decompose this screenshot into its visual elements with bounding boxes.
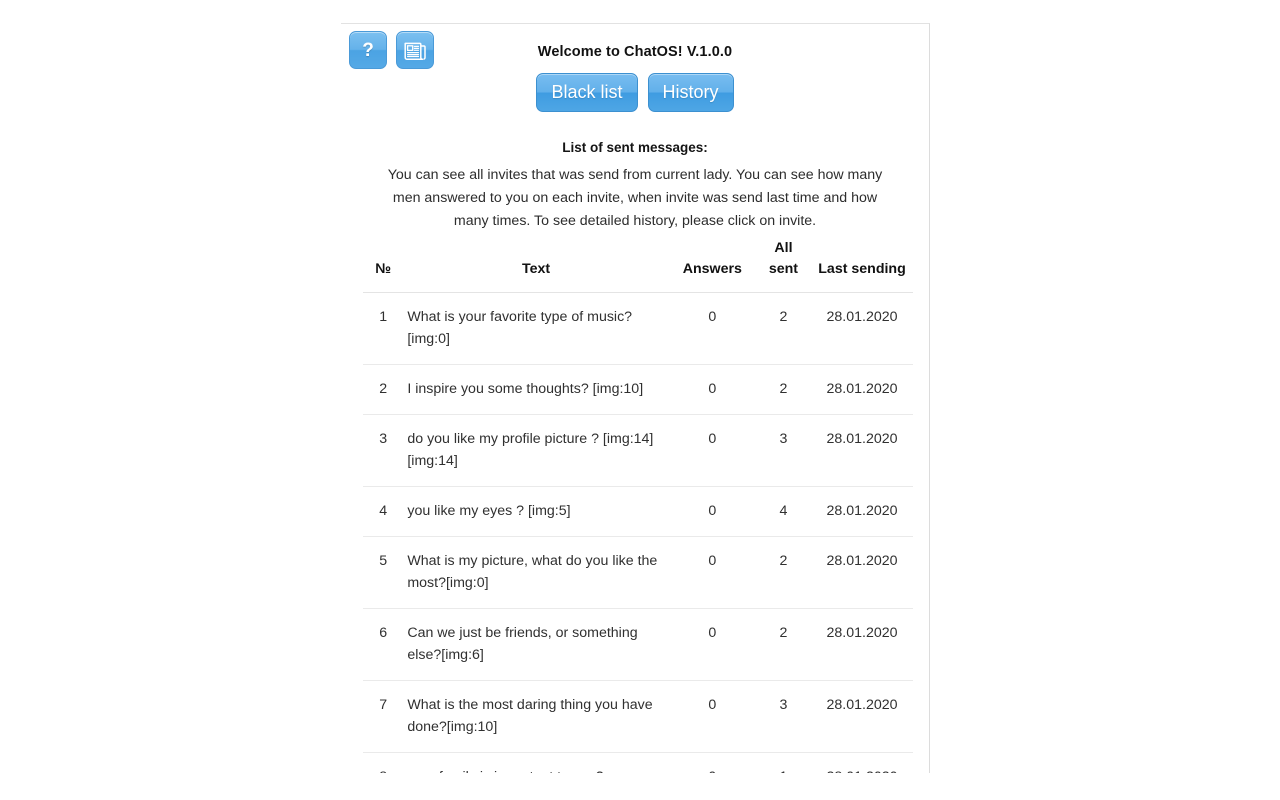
cell-text: Can we just be friends, or something els… xyxy=(403,608,669,681)
table-row[interactable]: 6 Can we just be friends, or something el… xyxy=(363,608,913,681)
cell-text: do you like my profile picture ? [img:14… xyxy=(403,414,669,487)
table-row[interactable]: 2I inspire you some thoughts? [img:10] 0 2… xyxy=(363,364,913,415)
cell-all-sent: 1 xyxy=(756,753,811,773)
cell-text: I inspire you some thoughts? [img:10] xyxy=(403,364,669,415)
table-row[interactable]: 4 you like my eyes ? [img:5] 0 4 28.01.2020 xyxy=(363,486,913,537)
table-row[interactable]: 1 What is your favorite type of music?[im… xyxy=(363,292,913,365)
column-header-answers: Answers xyxy=(668,234,756,293)
table-head: № Text Answers All sent Last sending xyxy=(363,234,913,293)
cell-all-sent: 2 xyxy=(755,292,812,365)
app-container: ? Welcome to ChatOS! V.1.0.0 Black list … xyxy=(341,23,930,773)
cell-last-sending: 28.01.2020 xyxy=(811,753,913,773)
page-title: Welcome to ChatOS! V.1.0.0 xyxy=(537,44,733,60)
cell-number: 8 xyxy=(363,753,403,773)
column-header-last-sending: Last sending xyxy=(811,234,913,293)
cell-last-sending: 28.01.2020 xyxy=(811,536,913,609)
cell-answers: 0 xyxy=(668,364,756,415)
table-row[interactable]: 3 do you like my profile picture ? [img:1… xyxy=(363,414,913,487)
cell-last-sending: 28.01.2020 xyxy=(811,486,913,537)
cell-answers: 0 xyxy=(668,608,756,681)
history-button[interactable]: History xyxy=(647,73,734,112)
section-title: List of sent messages: xyxy=(562,140,708,155)
cell-answers: 0 xyxy=(669,753,756,773)
section-header: List of sent messages: You can see all i… xyxy=(341,140,929,233)
cell-answers: 0 xyxy=(668,680,756,753)
table-row[interactable]: 8your family is important to you?0128.01… xyxy=(363,753,913,773)
nav-button-row: Black list History xyxy=(341,73,929,112)
messages-table: № Text Answers All sent Last sending 1 Wh… xyxy=(363,234,913,773)
column-header-number: № xyxy=(363,234,404,293)
column-header-all-sent: All sent xyxy=(755,234,812,293)
cell-all-sent: 4 xyxy=(755,486,812,537)
cell-number: 3 xyxy=(363,414,404,487)
cell-answers: 0 xyxy=(668,486,756,537)
table-header-row: № Text Answers All sent Last sending xyxy=(363,234,913,293)
table-body: 1 What is your favorite type of music?[im… xyxy=(363,292,913,773)
cell-answers: 0 xyxy=(668,292,756,365)
cell-answers: 0 xyxy=(668,536,756,609)
cell-all-sent: 3 xyxy=(755,680,812,753)
cell-text: What is my picture, what do you like the… xyxy=(403,536,669,609)
cell-last-sending: 28.01.2020 xyxy=(811,364,913,415)
cell-last-sending: 28.01.2020 xyxy=(811,608,913,681)
cell-number: 2 xyxy=(363,364,404,415)
cell-last-sending: 28.01.2020 xyxy=(811,680,913,753)
cell-text: What is your favorite type of music?[img… xyxy=(403,292,669,365)
cell-number: 4 xyxy=(363,486,404,537)
table-row[interactable]: 7 What is the most daring thing you have … xyxy=(363,680,913,753)
cell-all-sent: 2 xyxy=(755,364,812,415)
cell-text: you like my eyes ? [img:5] xyxy=(403,486,669,537)
cell-all-sent: 2 xyxy=(755,536,812,609)
cell-text: your family is important to you? xyxy=(403,753,668,773)
black-list-button[interactable]: Black list xyxy=(536,73,638,112)
cell-last-sending: 28.01.2020 xyxy=(811,414,913,487)
section-description: You can see all invites that was send fr… xyxy=(387,167,883,229)
table-row[interactable]: 5 What is my picture, what do you like th… xyxy=(363,536,913,609)
cell-answers: 0 xyxy=(668,414,756,487)
column-header-text: Text xyxy=(403,234,669,293)
cell-text: What is the most daring thing you have d… xyxy=(403,680,669,753)
cell-number: 6 xyxy=(363,608,404,681)
cell-last-sending: 28.01.2020 xyxy=(811,292,913,365)
messages-table-wrap: № Text Answers All sent Last sending 1 Wh… xyxy=(363,234,913,773)
cell-number: 1 xyxy=(363,292,404,365)
cell-all-sent: 2 xyxy=(755,608,812,681)
page-root: ? Welcome to ChatOS! V.1.0.0 Black list … xyxy=(0,0,1280,800)
cell-all-sent: 3 xyxy=(755,414,812,487)
cell-number: 5 xyxy=(363,536,404,609)
cell-number: 7 xyxy=(363,680,404,753)
